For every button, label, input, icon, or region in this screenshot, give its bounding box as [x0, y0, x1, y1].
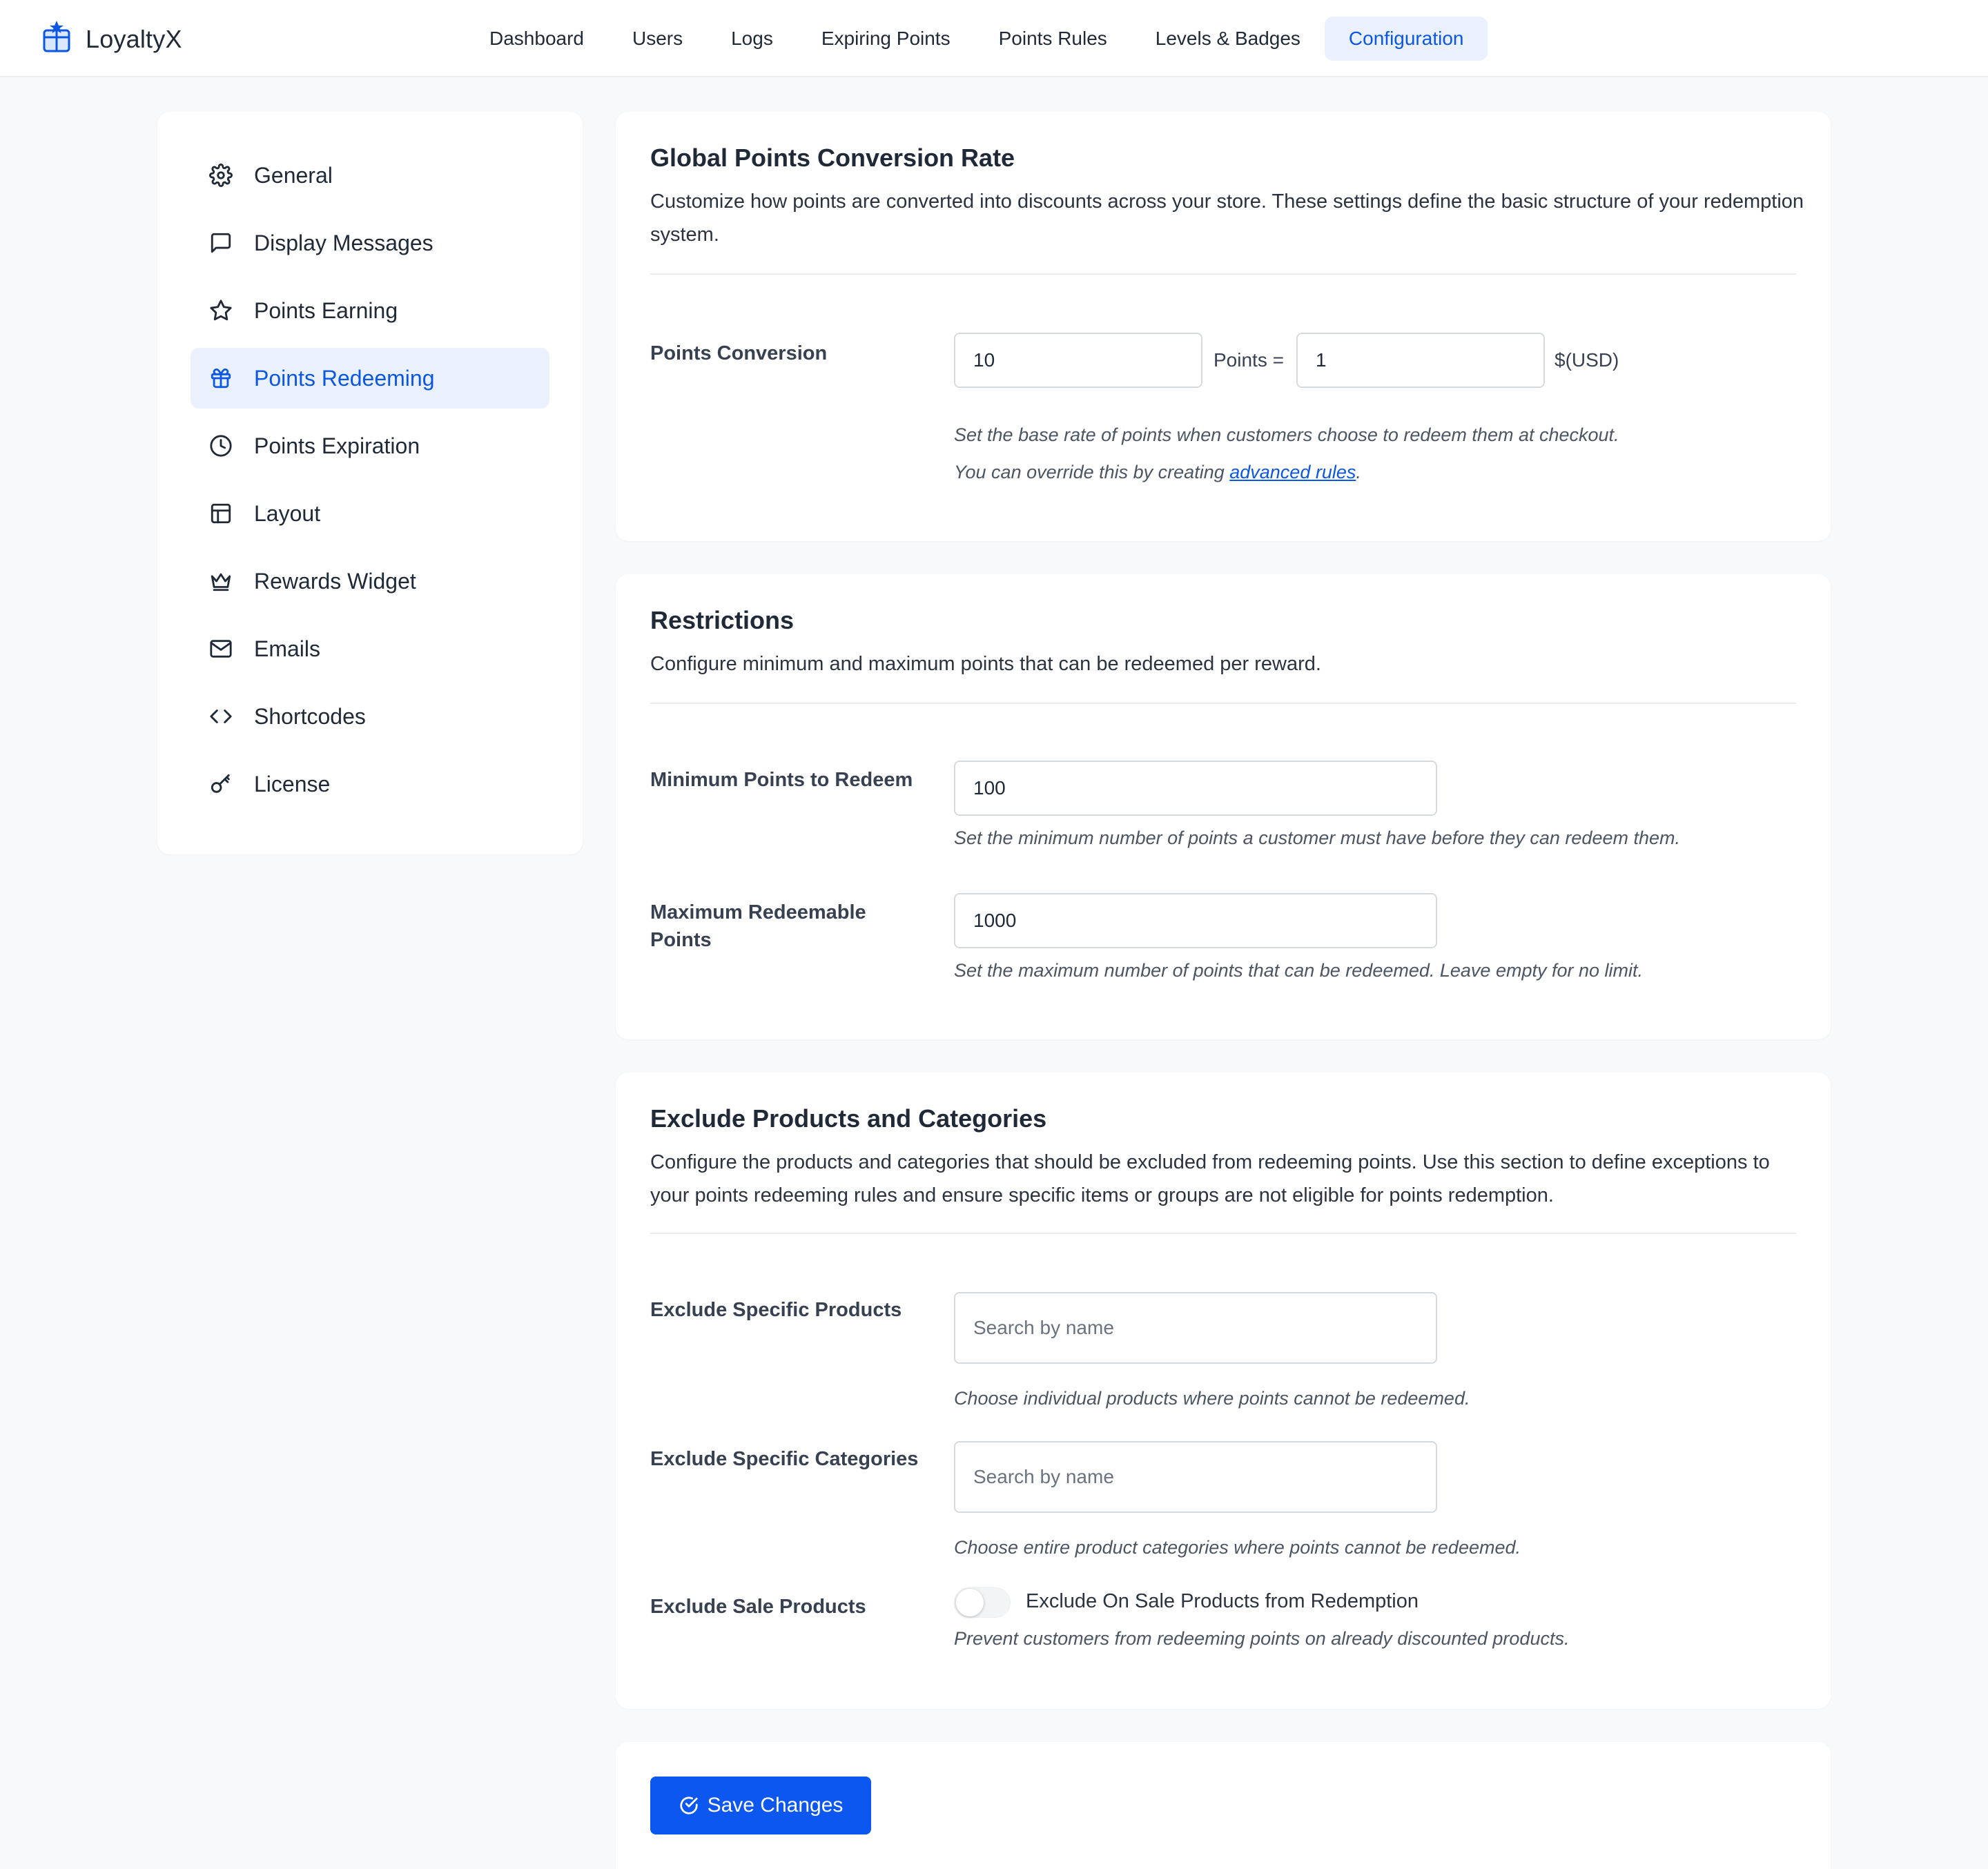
code-icon: [208, 704, 233, 729]
key-icon: [208, 772, 233, 796]
points-value-input[interactable]: 10: [954, 333, 1202, 388]
exclude-sale-help: Prevent customers from redeeming points …: [954, 1628, 1570, 1649]
max-points-input[interactable]: 1000: [954, 893, 1437, 948]
exclude-categories-input[interactable]: Search by name: [954, 1441, 1437, 1513]
sidebar-item-points-expiration[interactable]: Points Expiration: [191, 415, 549, 476]
sidebar-item-license[interactable]: License: [191, 754, 549, 814]
section-description: Customize how points are converted into …: [650, 190, 1804, 246]
exclude-sale-toggle-label: Exclude On Sale Products from Redemption: [1026, 1590, 1419, 1612]
mail-icon: [208, 636, 233, 661]
sidebar-item-label: License: [254, 771, 331, 796]
exclude-card: Exclude Products and Categories Configur…: [616, 1073, 1831, 1709]
nav-dashboard[interactable]: Dashboard: [465, 17, 608, 61]
gift-star-icon: [39, 19, 75, 59]
exclude-sale-toggle[interactable]: [954, 1587, 1011, 1618]
exclude-categories-label: Exclude Specific Categories: [650, 1448, 919, 1470]
sidebar-item-label: Emails: [254, 636, 321, 661]
divider: [650, 273, 1796, 275]
sidebar-item-label: Points Redeeming: [254, 365, 435, 391]
section-description: Configure the products and categories th…: [650, 1151, 1770, 1206]
layout-icon: [208, 501, 233, 526]
save-button[interactable]: Save Changes: [650, 1777, 871, 1834]
top-navigation-bar: LoyaltyX Dashboard Users Logs Expiring P…: [0, 0, 1988, 77]
sidebar-item-label: Shortcodes: [254, 703, 366, 729]
advanced-rules-link[interactable]: advanced rules: [1229, 462, 1356, 482]
clock-icon: [208, 433, 233, 458]
min-points-help: Set the minimum number of points a custo…: [954, 828, 1680, 848]
nav-users[interactable]: Users: [608, 17, 707, 61]
points-equals-label: Points =: [1214, 349, 1284, 371]
min-points-input[interactable]: 100: [954, 761, 1437, 816]
sidebar-item-label: Points Expiration: [254, 433, 420, 458]
actions-card: Save Changes: [616, 1742, 1831, 1869]
section-description: Configure minimum and maximum points tha…: [650, 653, 1321, 675]
sidebar-item-points-earning[interactable]: Points Earning: [191, 280, 549, 341]
sidebar-item-label: General: [254, 162, 333, 188]
sidebar-item-general[interactable]: General: [191, 145, 549, 206]
crown-icon: [208, 569, 233, 594]
nav-levels-badges[interactable]: Levels & Badges: [1131, 17, 1325, 61]
star-icon: [208, 298, 233, 323]
gift-icon: [208, 366, 233, 391]
sidebar-item-label: Points Earning: [254, 297, 398, 323]
gear-icon: [208, 163, 233, 188]
divider: [650, 703, 1796, 704]
section-title: Global Points Conversion Rate: [650, 144, 1015, 172]
sidebar-item-label: Layout: [254, 500, 321, 526]
sidebar-item-label: Display Messages: [254, 230, 433, 255]
max-points-label: Maximum Redeemable Points: [650, 899, 940, 954]
section-title: Restrictions: [650, 606, 795, 634]
app-name: LoyaltyX: [86, 24, 182, 53]
toggle-knob: [956, 1589, 984, 1616]
points-conversion-label: Points Conversion: [650, 342, 828, 364]
conversion-card: Global Points Conversion Rate Customize …: [616, 112, 1831, 541]
sidebar-item-emails[interactable]: Emails: [191, 618, 549, 679]
sidebar-item-layout[interactable]: Layout: [191, 483, 549, 544]
settings-sidebar: General Display Messages Points Earning …: [157, 112, 583, 854]
section-title: Exclude Products and Categories: [650, 1104, 1047, 1133]
money-value-input[interactable]: 1: [1296, 333, 1545, 388]
sidebar-item-shortcodes[interactable]: Shortcodes: [191, 686, 549, 747]
sidebar-item-display-messages[interactable]: Display Messages: [191, 213, 549, 273]
main-nav: Dashboard Users Logs Expiring Points Poi…: [465, 17, 1488, 61]
message-icon: [208, 231, 233, 255]
max-points-label-line2: Points: [650, 929, 712, 951]
sidebar-item-rewards-widget[interactable]: Rewards Widget: [191, 551, 549, 611]
conversion-help-text: Set the base rate of points when custome…: [954, 424, 1619, 445]
exclude-products-help: Choose individual products where points …: [954, 1388, 1470, 1409]
sidebar-item-label: Rewards Widget: [254, 568, 416, 594]
help-suffix: .: [1356, 462, 1361, 482]
conversion-help-override: You can override this by creating advanc…: [954, 458, 1361, 486]
max-points-label-line1: Maximum Redeemable: [650, 901, 866, 923]
nav-points-rules[interactable]: Points Rules: [975, 17, 1131, 61]
currency-label: $(USD): [1555, 349, 1619, 371]
max-points-help: Set the maximum number of points that ca…: [954, 960, 1643, 981]
nav-configuration[interactable]: Configuration: [1324, 17, 1488, 61]
divider: [650, 1233, 1796, 1234]
exclude-products-input[interactable]: Search by name: [954, 1292, 1437, 1364]
check-circle-icon: [679, 1797, 698, 1814]
nav-logs[interactable]: Logs: [707, 17, 797, 61]
help-prefix: You can override this by creating: [954, 462, 1230, 482]
brand[interactable]: LoyaltyX: [39, 19, 182, 59]
nav-expiring-points[interactable]: Expiring Points: [797, 17, 975, 61]
exclude-sale-label: Exclude Sale Products: [650, 1596, 866, 1618]
exclude-categories-help: Choose entire product categories where p…: [954, 1537, 1521, 1558]
sidebar-item-points-redeeming[interactable]: Points Redeeming: [191, 348, 549, 409]
restrictions-card: Restrictions Configure minimum and maxim…: [616, 574, 1831, 1039]
exclude-products-label: Exclude Specific Products: [650, 1299, 902, 1321]
min-points-label: Minimum Points to Redeem: [650, 769, 913, 791]
save-button-label: Save Changes: [707, 1794, 844, 1817]
